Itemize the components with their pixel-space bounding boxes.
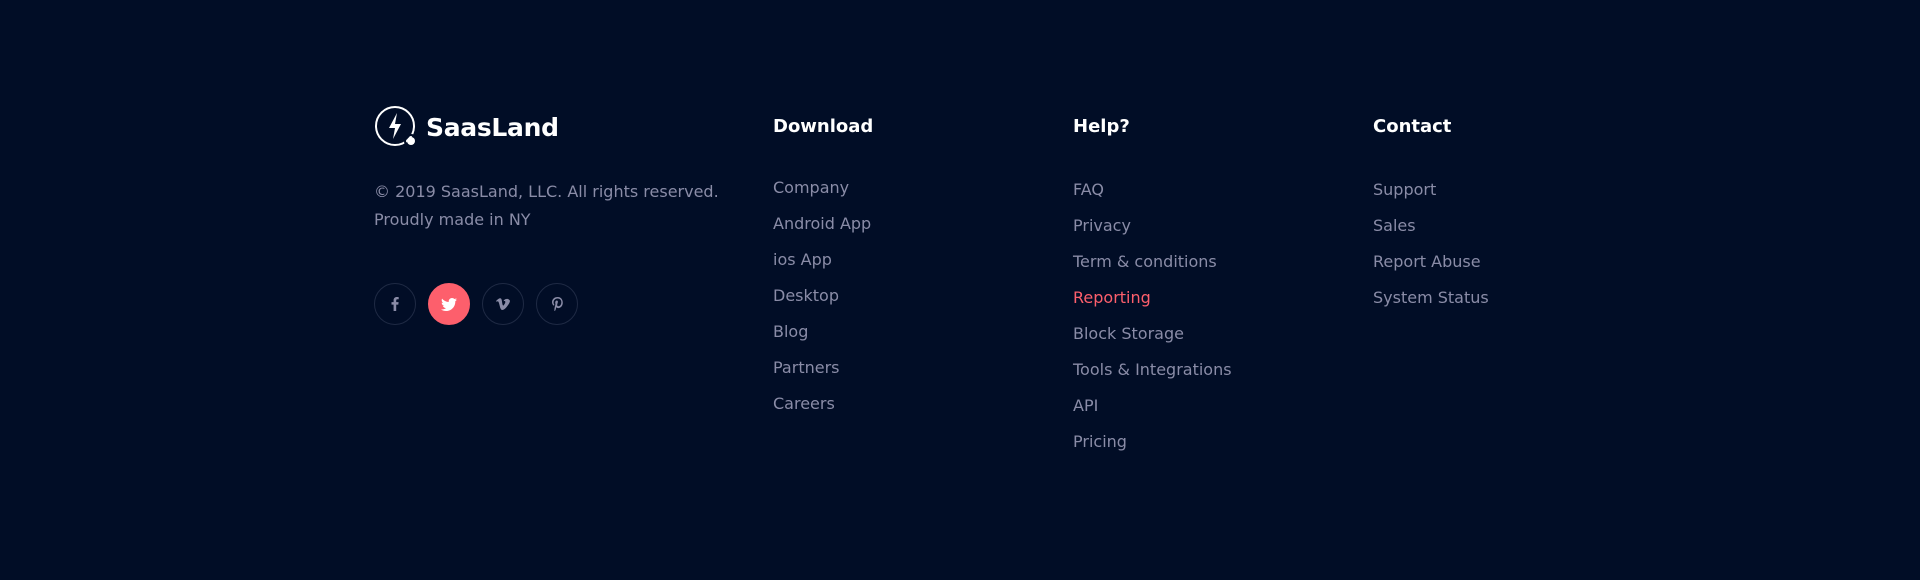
made-in-line: Proudly made in NY (374, 210, 531, 229)
help-column: Help? FAQ Privacy Term & conditions Repo… (1073, 115, 1232, 451)
link-tools-integrations[interactable]: Tools & Integrations (1073, 360, 1232, 379)
column-title-contact: Contact (1373, 116, 1452, 137)
brand-name: SaasLand (426, 112, 559, 142)
link-careers[interactable]: Careers (773, 394, 835, 413)
link-privacy[interactable]: Privacy (1073, 216, 1131, 235)
link-terms[interactable]: Term & conditions (1073, 252, 1217, 271)
vimeo-button[interactable] (482, 283, 524, 325)
help-links: FAQ Privacy Term & conditions Reporting … (1073, 179, 1232, 467)
brand-logo[interactable]: SaasLand (374, 104, 559, 150)
facebook-button[interactable] (374, 283, 416, 325)
link-desktop[interactable]: Desktop (773, 286, 839, 305)
column-title-help: Help? (1073, 116, 1130, 137)
link-pricing[interactable]: Pricing (1073, 432, 1127, 451)
pinterest-button[interactable] (536, 283, 578, 325)
twitter-icon (441, 297, 457, 311)
link-system-status[interactable]: System Status (1373, 288, 1489, 307)
link-api[interactable]: API (1073, 396, 1098, 415)
link-reporting[interactable]: Reporting (1073, 288, 1151, 307)
link-partners[interactable]: Partners (773, 358, 839, 377)
download-column: Download Company Android App ios App Des… (773, 115, 874, 413)
link-faq[interactable]: FAQ (1073, 180, 1104, 199)
contact-links: Support Sales Report Abuse System Status (1373, 179, 1489, 323)
link-support[interactable]: Support (1373, 180, 1436, 199)
link-company[interactable]: Company (773, 178, 849, 197)
copyright-line: © 2019 SaasLand, LLC. All rights reserve… (374, 182, 719, 201)
contact-column: Contact Support Sales Report Abuse Syste… (1373, 115, 1489, 307)
facebook-icon (391, 297, 399, 311)
copyright-text: © 2019 SaasLand, LLC. All rights reserve… (374, 178, 734, 234)
link-blog[interactable]: Blog (773, 322, 808, 341)
vimeo-icon (496, 298, 510, 310)
lightning-circle-icon (375, 106, 418, 148)
pinterest-icon (551, 297, 563, 311)
link-ios-app[interactable]: ios App (773, 250, 832, 269)
link-report-abuse[interactable]: Report Abuse (1373, 252, 1481, 271)
download-links: Company Android App ios App Desktop Blog… (773, 177, 871, 429)
column-title-download: Download (773, 116, 874, 137)
site-footer: SaasLand © 2019 SaasLand, LLC. All right… (0, 0, 1920, 580)
link-block-storage[interactable]: Block Storage (1073, 324, 1184, 343)
twitter-button[interactable] (428, 283, 470, 325)
link-android-app[interactable]: Android App (773, 214, 871, 233)
link-sales[interactable]: Sales (1373, 216, 1416, 235)
social-links (374, 283, 590, 325)
